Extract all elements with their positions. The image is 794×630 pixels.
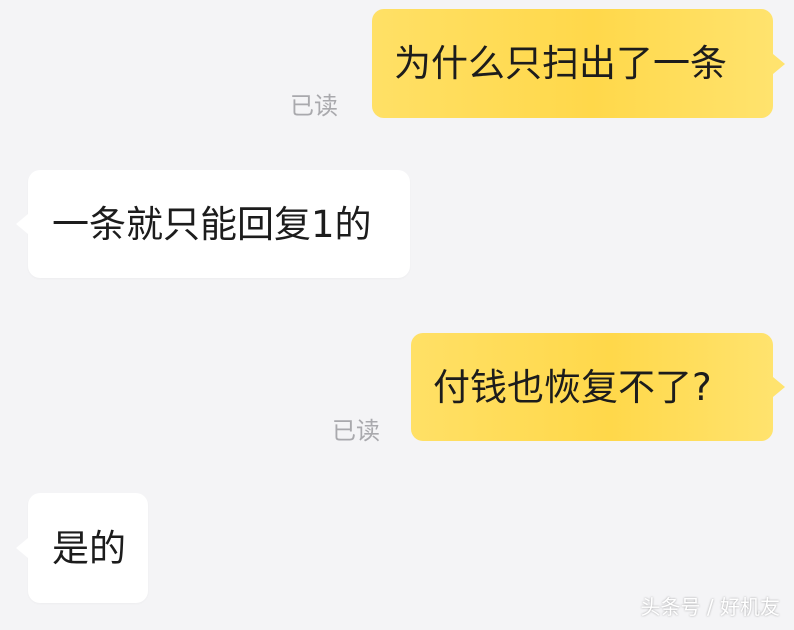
read-status: 已读 [290, 92, 338, 120]
message-text: 是的 [52, 526, 126, 570]
chat-conversation: 为什么只扫出了一条 已读 一条就只能回复1的 付钱也恢复不了? 已读 是的 头条… [0, 0, 794, 630]
message-bubble-outgoing[interactable]: 为什么只扫出了一条 [372, 9, 785, 118]
message-text: 为什么只扫出了一条 [394, 42, 727, 85]
watermark: 头条号 / 好机友 [640, 595, 780, 619]
read-status: 已读 [332, 417, 380, 445]
message-text: 付钱也恢复不了? [433, 365, 712, 409]
message-text: 一条就只能回复1的 [52, 202, 372, 246]
message-bubble-incoming[interactable]: 是的 [16, 493, 148, 603]
message-bubble-incoming[interactable]: 一条就只能回复1的 [16, 170, 410, 278]
message-bubble-outgoing[interactable]: 付钱也恢复不了? [411, 333, 785, 441]
